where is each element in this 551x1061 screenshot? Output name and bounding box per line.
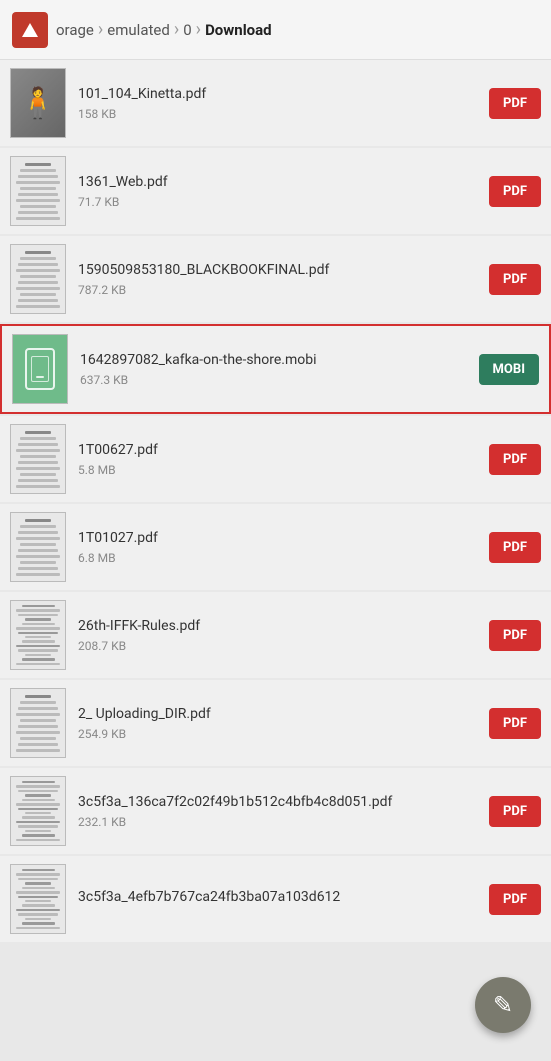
file-size: 5.8 MB — [78, 463, 479, 477]
file-type-badge[interactable]: PDF — [489, 88, 541, 119]
file-info: 1361_Web.pdf 71.7 KB — [78, 173, 479, 208]
breadcrumb-emulated[interactable]: emulated — [107, 21, 170, 39]
file-info: 1T01027.pdf 6.8 MB — [78, 529, 479, 564]
breadcrumb-download[interactable]: Download — [205, 21, 272, 39]
file-thumbnail — [10, 776, 66, 846]
file-name: 3c5f3a_136ca7f2c02f49b1b512c4bfb4c8d051.… — [78, 793, 479, 811]
file-size: 208.7 KB — [78, 639, 479, 653]
file-thumbnail — [10, 424, 66, 494]
list-item[interactable]: 1T00627.pdf 5.8 MB PDF — [0, 416, 551, 502]
file-type-badge[interactable]: PDF — [489, 532, 541, 563]
file-size: 71.7 KB — [78, 195, 479, 209]
file-size: 232.1 KB — [78, 815, 479, 829]
file-size: 254.9 KB — [78, 727, 479, 741]
list-item[interactable]: 26th-IFFK-Rules.pdf 208.7 KB PDF — [0, 592, 551, 678]
file-name: 101_104_Kinetta.pdf — [78, 85, 479, 103]
file-type-badge[interactable]: PDF — [489, 620, 541, 651]
list-item[interactable]: 1590509853180_BLACKBOOKFINAL.pdf 787.2 KB… — [0, 236, 551, 322]
file-size: 637.3 KB — [80, 373, 469, 387]
file-name: 1590509853180_BLACKBOOKFINAL.pdf — [78, 261, 479, 279]
list-item[interactable]: 1642897082_kafka-on-the-shore.mobi 637.3 … — [0, 324, 551, 414]
file-type-badge[interactable]: PDF — [489, 444, 541, 475]
file-info: 1590509853180_BLACKBOOKFINAL.pdf 787.2 KB — [78, 261, 479, 296]
file-thumbnail: 🧍 — [10, 68, 66, 138]
file-type-badge[interactable]: PDF — [489, 796, 541, 827]
file-name: 1T01027.pdf — [78, 529, 479, 547]
file-info: 26th-IFFK-Rules.pdf 208.7 KB — [78, 617, 479, 652]
breadcrumb-zero[interactable]: 0 — [183, 21, 191, 39]
file-type-badge[interactable]: MOBI — [479, 354, 539, 385]
file-thumbnail — [10, 600, 66, 670]
file-info: 1T00627.pdf 5.8 MB — [78, 441, 479, 476]
file-list: 🧍101_104_Kinetta.pdf158 KBPDF1361_Web.pd… — [0, 60, 551, 942]
list-item[interactable]: 1T01027.pdf 6.8 MB PDF — [0, 504, 551, 590]
app-icon — [12, 12, 48, 48]
file-name: 1361_Web.pdf — [78, 173, 479, 191]
file-type-badge[interactable]: PDF — [489, 884, 541, 915]
file-thumbnail — [10, 864, 66, 934]
file-size: 158 KB — [78, 107, 479, 121]
file-thumbnail — [10, 688, 66, 758]
list-item[interactable]: 3c5f3a_4efb7b767ca24fb3ba07a103d612 PDF — [0, 856, 551, 942]
breadcrumb-sep-3: › — [196, 19, 201, 40]
breadcrumb-storage[interactable]: orage — [56, 21, 94, 39]
file-info: 3c5f3a_136ca7f2c02f49b1b512c4bfb4c8d051.… — [78, 793, 479, 828]
breadcrumb: orage › emulated › 0 › Download — [56, 19, 539, 40]
file-name: 3c5f3a_4efb7b767ca24fb3ba07a103d612 — [78, 888, 479, 906]
breadcrumb-sep-2: › — [174, 19, 179, 40]
list-item[interactable]: 2_ Uploading_DIR.pdf 254.9 KB PDF — [0, 680, 551, 766]
file-info: 101_104_Kinetta.pdf 158 KB — [78, 85, 479, 120]
file-info: 3c5f3a_4efb7b767ca24fb3ba07a103d612 — [78, 888, 479, 909]
file-thumbnail — [10, 512, 66, 582]
file-name: 1642897082_kafka-on-the-shore.mobi — [80, 351, 469, 369]
file-type-badge[interactable]: PDF — [489, 176, 541, 207]
file-thumbnail — [12, 334, 68, 404]
edit-icon: ✎ — [493, 993, 513, 1017]
list-item[interactable]: 3c5f3a_136ca7f2c02f49b1b512c4bfb4c8d051.… — [0, 768, 551, 854]
file-name: 1T00627.pdf — [78, 441, 479, 459]
file-type-badge[interactable]: PDF — [489, 264, 541, 295]
breadcrumb-sep-1: › — [98, 19, 103, 40]
file-thumbnail — [10, 244, 66, 314]
file-info: 1642897082_kafka-on-the-shore.mobi 637.3 … — [80, 351, 469, 386]
list-item[interactable]: 🧍 101_104_Kinetta.pdf 158 KB PDF — [0, 60, 551, 146]
file-name: 2_ Uploading_DIR.pdf — [78, 705, 479, 723]
file-name: 26th-IFFK-Rules.pdf — [78, 617, 479, 635]
file-type-badge[interactable]: PDF — [489, 708, 541, 739]
file-size: 787.2 KB — [78, 283, 479, 297]
file-info: 2_ Uploading_DIR.pdf 254.9 KB — [78, 705, 479, 740]
list-item[interactable]: 1361_Web.pdf 71.7 KB PDF — [0, 148, 551, 234]
file-size: 6.8 MB — [78, 551, 479, 565]
header: orage › emulated › 0 › Download — [0, 0, 551, 60]
fab-edit-button[interactable]: ✎ — [475, 977, 531, 1033]
file-thumbnail — [10, 156, 66, 226]
